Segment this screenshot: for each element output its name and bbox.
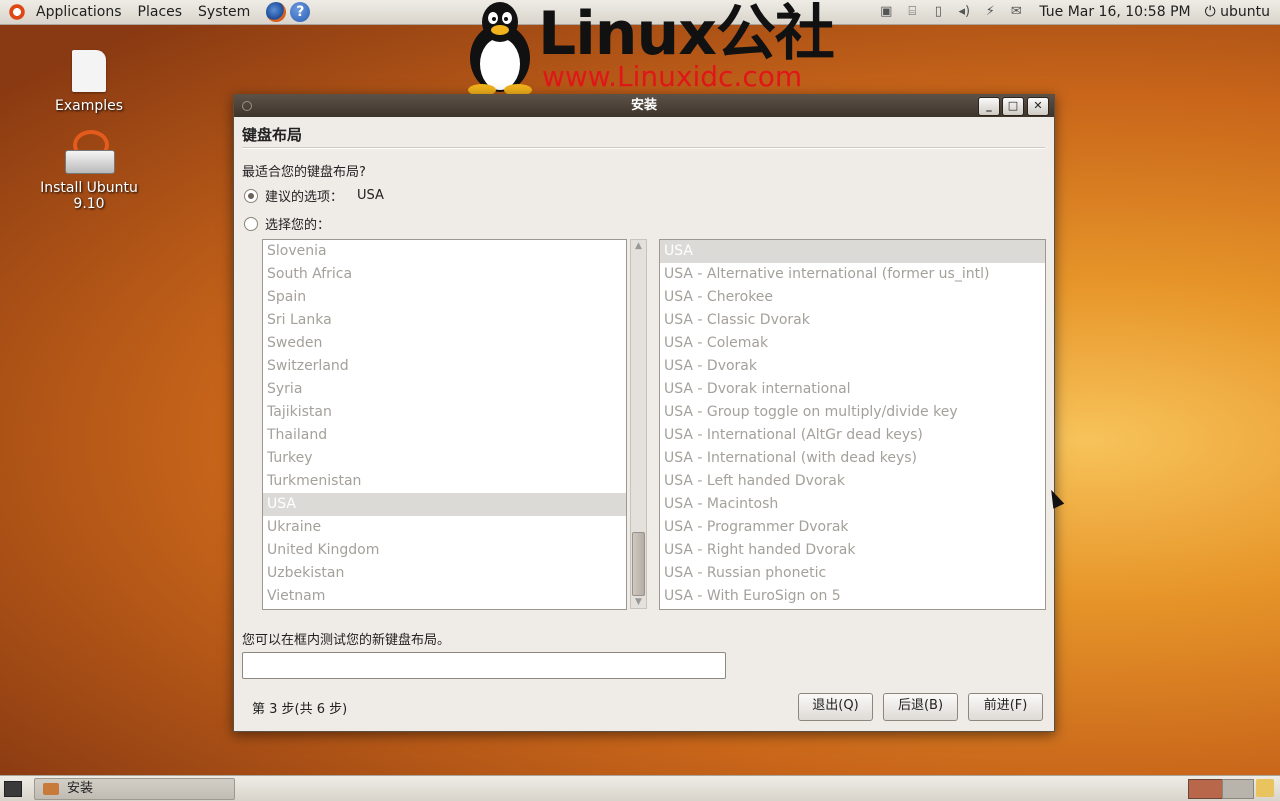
divider: [242, 147, 1045, 149]
show-desktop-icon[interactable]: [4, 781, 22, 797]
user-menu[interactable]: ⏻ ubuntu: [1201, 4, 1280, 20]
installer-icon: [65, 130, 115, 174]
scroll-thumb[interactable]: [632, 532, 645, 596]
country-list-item[interactable]: Slovenia: [263, 240, 626, 263]
quit-button[interactable]: 退出(Q): [798, 693, 873, 721]
variant-list-item[interactable]: USA - Classic Dvorak: [660, 309, 1045, 332]
bottom-panel: 安装: [0, 775, 1280, 801]
installer-window: 安装 _ □ ✕ 键盘布局 最适合您的键盘布局? 建议的选项： USA 选择您的…: [233, 94, 1055, 732]
back-button[interactable]: 后退(B): [883, 693, 958, 721]
forward-button[interactable]: 前进(F): [968, 693, 1043, 721]
desktop-icon-label: Install Ubuntu 9.10: [40, 180, 138, 212]
variant-list-item[interactable]: USA - Alternative international (former …: [660, 263, 1045, 286]
variant-list-item[interactable]: USA - Cherokee: [660, 286, 1045, 309]
close-button[interactable]: ✕: [1027, 97, 1049, 116]
page-title: 键盘布局: [242, 126, 303, 144]
battery-icon[interactable]: ▯: [928, 3, 948, 21]
variant-list-item[interactable]: USA - Dvorak international: [660, 378, 1045, 401]
maximize-button[interactable]: □: [1002, 97, 1024, 116]
suggested-value: USA: [357, 188, 384, 203]
window-title: 安装: [630, 98, 657, 113]
country-list-item[interactable]: United Kingdom: [263, 539, 626, 562]
menu-places[interactable]: Places: [130, 0, 191, 24]
update-notifier-icon[interactable]: ▣: [876, 3, 896, 21]
radio-button[interactable]: [244, 216, 258, 231]
country-list-item[interactable]: Switzerland: [263, 355, 626, 378]
window-titlebar[interactable]: 安装 _ □ ✕: [234, 95, 1054, 117]
variant-list-item[interactable]: USA - Right handed Dvorak: [660, 539, 1045, 562]
country-list-item[interactable]: Sri Lanka: [263, 309, 626, 332]
country-list[interactable]: Slovenia South Africa Spain Sri Lanka Sweden…: [262, 239, 627, 610]
taskbar-label: 安装: [67, 781, 94, 796]
country-list-item[interactable]: USA: [263, 493, 626, 516]
scroll-down-icon[interactable]: ▼: [633, 597, 644, 607]
country-list-item[interactable]: Uzbekistan: [263, 562, 626, 585]
power-icon[interactable]: ⚡: [980, 3, 1000, 21]
choose-label: 选择您的：: [265, 218, 331, 233]
workspace-1[interactable]: [1188, 779, 1224, 799]
country-list-item[interactable]: Ukraine: [263, 516, 626, 539]
layout-question: 最适合您的键盘布局?: [242, 165, 366, 180]
country-list-item[interactable]: Tajikistan: [263, 401, 626, 424]
country-list-item[interactable]: Vietnam: [263, 585, 626, 608]
taskbar-button-installer[interactable]: 安装: [34, 778, 235, 800]
variant-list-item[interactable]: USA - International (with dead keys): [660, 447, 1045, 470]
radio-button[interactable]: [244, 188, 258, 203]
variant-list-item[interactable]: USA - With EuroSign on 5: [660, 585, 1045, 608]
country-list-item[interactable]: Spain: [263, 286, 626, 309]
minimize-button[interactable]: _: [978, 97, 1000, 116]
tux-penguin-icon: [468, 2, 532, 96]
country-list-scrollbar[interactable]: ▲ ▼: [630, 239, 647, 609]
country-list-item[interactable]: South Africa: [263, 263, 626, 286]
ubuntu-logo-icon[interactable]: [8, 3, 26, 21]
country-list-item[interactable]: Turkey: [263, 447, 626, 470]
network-icon[interactable]: ⌸: [902, 3, 922, 21]
variant-list-item[interactable]: USA - Programmer Dvorak: [660, 516, 1045, 539]
keyboard-test-input[interactable]: [242, 652, 726, 679]
desktop-icon-examples[interactable]: Examples: [24, 50, 154, 114]
suggested-label: 建议的选项：: [265, 190, 344, 205]
watermark-logo: Linux公社 www.Linuxidc.com: [460, 0, 840, 96]
shutdown-icon: ⏻: [1204, 4, 1221, 20]
country-list-item[interactable]: Turkmenistan: [263, 470, 626, 493]
variant-list-item[interactable]: USA - Left handed Dvorak: [660, 470, 1045, 493]
country-list-item[interactable]: Syria: [263, 378, 626, 401]
help-icon[interactable]: ?: [290, 2, 311, 22]
country-list-item[interactable]: Thailand: [263, 424, 626, 447]
variant-list-item[interactable]: USA - International (AltGr dead keys): [660, 424, 1045, 447]
volume-icon[interactable]: ◂): [954, 3, 974, 21]
country-list-item[interactable]: Sweden: [263, 332, 626, 355]
clock[interactable]: Tue Mar 16, 10:58 PM: [1029, 4, 1200, 20]
desktop-icon-install-ubuntu[interactable]: Install Ubuntu 9.10: [24, 130, 154, 212]
user-name: ubuntu: [1220, 4, 1270, 20]
desktop-icon-label: Examples: [54, 98, 124, 114]
mail-icon[interactable]: ✉: [1006, 3, 1026, 21]
trash-icon[interactable]: [1256, 779, 1274, 797]
variant-list-item[interactable]: USA - Russian phonetic: [660, 562, 1045, 585]
document-icon: [72, 50, 106, 92]
menu-system[interactable]: System: [190, 0, 258, 24]
firefox-icon[interactable]: [266, 2, 287, 22]
radio-choose[interactable]: 选择您的：: [244, 214, 330, 233]
scroll-up-icon[interactable]: ▲: [633, 241, 644, 251]
variant-list[interactable]: USA USA - Alternative international (form…: [659, 239, 1046, 610]
variant-list-item[interactable]: USA - Macintosh: [660, 493, 1045, 516]
variant-list-item[interactable]: USA - Group toggle on multiply/divide ke…: [660, 401, 1045, 424]
variant-list-item[interactable]: USA - Colemak: [660, 332, 1045, 355]
watermark-title: Linux公社: [538, 0, 835, 69]
window-menu-icon[interactable]: [242, 101, 252, 111]
system-tray: ▣ ⌸ ▯ ◂) ⚡ ✉ Tue Mar 16, 10:58 PM ⏻ ubun…: [873, 0, 1280, 24]
step-indicator: 第 3 步(共 6 步): [252, 702, 348, 717]
menu-applications[interactable]: Applications: [28, 0, 130, 24]
watermark-url: www.Linuxidc.com: [542, 60, 803, 93]
radio-suggested[interactable]: 建议的选项： USA: [244, 186, 384, 205]
variant-list-item[interactable]: USA: [660, 240, 1045, 263]
installer-task-icon: [43, 782, 59, 795]
test-label: 您可以在框内测试您的新键盘布局。: [242, 633, 451, 648]
workspace-2[interactable]: [1222, 779, 1254, 799]
variant-list-item[interactable]: USA - Dvorak: [660, 355, 1045, 378]
